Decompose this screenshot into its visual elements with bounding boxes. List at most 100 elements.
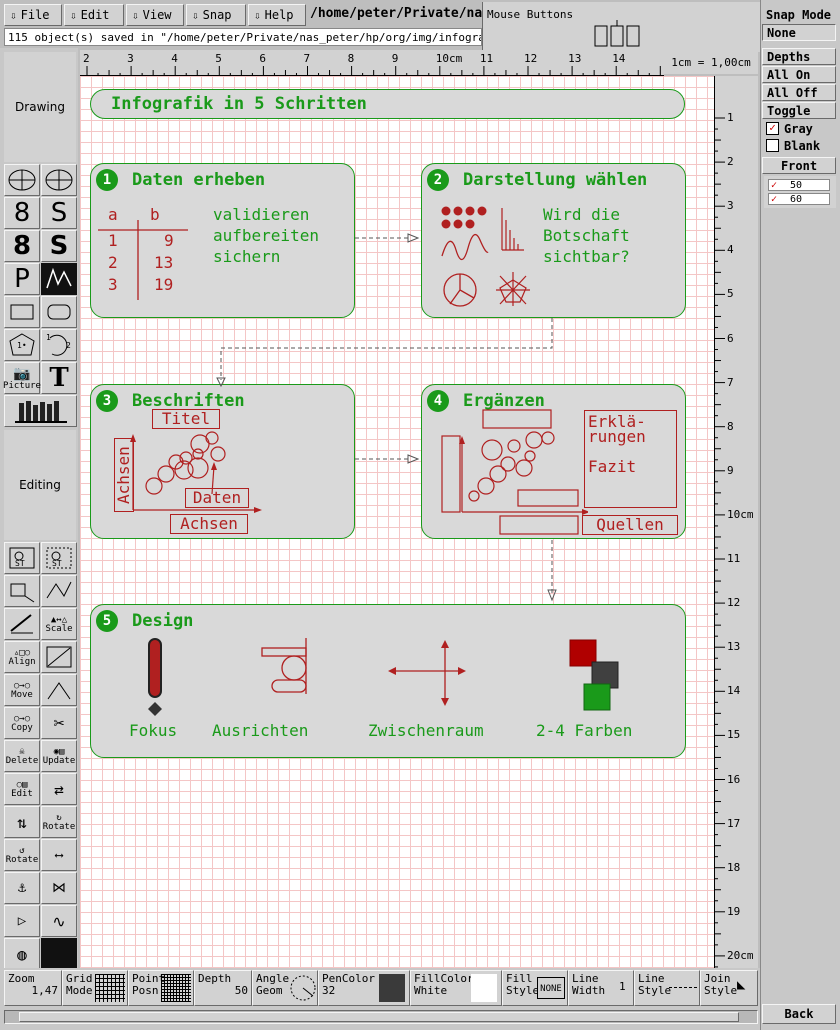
update-tool[interactable]: ◉▤ Update [41, 740, 77, 772]
arrow-ends-icon[interactable]: ⟷ [41, 839, 77, 871]
ruler-label: 9 [727, 463, 734, 477]
compound-icon[interactable]: ST [4, 542, 40, 574]
zoom-indicator[interactable]: Zoom 1,47 [4, 970, 62, 1006]
edit-tool[interactable]: ○▤ Edit [4, 773, 40, 805]
rotate-tool-2[interactable]: ↺ Rotate [4, 839, 40, 871]
flip-vertical-icon[interactable]: ⇅ [4, 806, 40, 838]
scale-tool[interactable]: ▲↔△ Scale [41, 608, 77, 640]
flip-horizontal-icon[interactable]: ⇄ [41, 773, 77, 805]
zwischenraum-label: Zwischenraum [368, 721, 484, 740]
menu-view[interactable]: ⇩ View [126, 4, 184, 26]
drawing-mode-label[interactable]: Drawing [4, 52, 76, 162]
triangle-point-icon[interactable]: ▷ [4, 905, 40, 937]
menu-help[interactable]: ⇩ Help [248, 4, 306, 26]
depth-item-50[interactable]: ✓ 50 [768, 179, 830, 191]
spline-s-icon[interactable]: S [41, 197, 77, 229]
checkbox-empty-icon [766, 139, 779, 152]
fillcolor-indicator[interactable]: FillColor White [410, 970, 502, 1006]
closed-spline-8-icon[interactable]: 8 [4, 230, 40, 262]
picture-tool[interactable]: 📷 Picture [3, 362, 41, 394]
depth-indicator[interactable]: Depth 50 [194, 970, 252, 1006]
ellipse-tool-icon[interactable] [41, 164, 77, 196]
arc-icon[interactable]: 12 [41, 329, 77, 361]
delete-tool[interactable]: ☠ Delete [4, 740, 40, 772]
checkbox-checked-icon: ✓ [766, 122, 779, 135]
pencolor-indicator[interactable]: PenColor 32 [318, 970, 410, 1006]
snap-mode-value[interactable]: None [762, 24, 836, 41]
ruler-label: 11 [479, 52, 494, 65]
add-point-icon[interactable] [41, 575, 77, 607]
ruler-label: 12 [727, 596, 741, 610]
join-icon[interactable]: ⋈ [41, 872, 77, 904]
anchor-icon[interactable]: ⚓ [4, 872, 40, 904]
toggle-button[interactable]: Toggle [762, 102, 836, 119]
all-off-button[interactable]: All Off [762, 84, 836, 101]
back-button[interactable]: Back [762, 1004, 836, 1024]
fillstyle-indicator[interactable]: Fill Style NONE [502, 970, 568, 1006]
joinstyle-indicator[interactable]: Join Style ◣ [700, 970, 758, 1006]
join-style-icon: ◣ [737, 977, 746, 993]
rotate-icon: ↻ [56, 812, 62, 823]
down-arrow-icon: ⇩ [10, 8, 17, 22]
scissors-icon[interactable]: ✂ [41, 707, 77, 739]
rounded-rectangle-icon[interactable] [41, 296, 77, 328]
circle-tool-icon[interactable] [4, 164, 40, 196]
menu-snap[interactable]: ⇩ Snap [186, 4, 246, 26]
glue-icon[interactable] [4, 608, 40, 640]
colors-icon [569, 639, 619, 711]
black-fill-icon[interactable] [41, 938, 77, 970]
point-posn-indicator[interactable]: Point Posn [128, 970, 194, 1006]
horizontal-scrollbar[interactable] [4, 1010, 758, 1024]
checkbox-checked-icon: ✓ [771, 180, 778, 191]
down-arrow-icon: ⇩ [192, 8, 199, 22]
down-arrow-icon: ⇩ [132, 8, 139, 22]
scale-icon: ▲↔△ [50, 614, 68, 625]
ruler-label: 2 [727, 155, 734, 169]
closed-spline-s-icon[interactable]: S [41, 230, 77, 262]
scrollbar-thumb[interactable] [19, 1012, 739, 1022]
move-tool[interactable]: ○→○ Move [4, 674, 40, 706]
break-compound-icon[interactable]: ST [41, 542, 77, 574]
flip-icon[interactable] [41, 641, 77, 673]
blank-option[interactable]: Blank [762, 137, 836, 154]
freehand-icon[interactable] [41, 263, 77, 295]
ruler-label: 13 [568, 52, 582, 65]
wave-icon[interactable]: ∿ [41, 905, 77, 937]
angle-geom-indicator[interactable]: Angle Geom [252, 970, 318, 1006]
move-point-icon[interactable] [41, 674, 77, 706]
file-path: /home/peter/Private/na [310, 6, 482, 21]
ruler-label: 16 [727, 772, 741, 786]
copy-icon: ○→○ [13, 713, 31, 724]
menu-file[interactable]: ⇩ File [4, 4, 62, 26]
ruler-label: 9 [391, 52, 399, 65]
area-fill-icon[interactable]: ◍ [4, 938, 40, 970]
editing-mode-label[interactable]: Editing [4, 430, 76, 540]
linewidth-indicator[interactable]: Line Width 1 [568, 970, 634, 1006]
editing-tools: ST ST ▲↔△ Scale ▵□○ Align ○→○ Move ○→○ Copy … [4, 542, 78, 970]
regular-polygon-icon[interactable]: 1• [4, 329, 40, 361]
depth-item-60[interactable]: ✓ 60 [768, 193, 830, 205]
depth-list: ✓ 50 ✓ 60 [764, 176, 836, 208]
point-grid-icon [161, 974, 191, 1002]
rotate-tool[interactable]: ↻ Rotate [41, 806, 77, 838]
ruler-label: 3 [127, 52, 134, 65]
text-tool-icon[interactable]: T [41, 362, 77, 394]
all-on-button[interactable]: All On [762, 66, 836, 83]
scale-display: 1cm = 1,00cm [664, 52, 758, 74]
open-compound-icon[interactable] [4, 575, 40, 607]
status-message: 115 object(s) saved in "/home/peter/Priv… [4, 28, 482, 46]
library-icon[interactable] [4, 395, 77, 427]
menu-edit[interactable]: ⇩ Edit [64, 4, 124, 26]
gray-option[interactable]: ✓ Gray [762, 120, 836, 137]
align-tool[interactable]: ▵□○ Align [4, 641, 40, 673]
angle-dial-icon [290, 975, 316, 1001]
rectangle-icon[interactable] [4, 296, 40, 328]
grid-mode-indicator[interactable]: Grid Mode [62, 970, 128, 1006]
linestyle-indicator[interactable]: Line Style [634, 970, 700, 1006]
spline-8-icon[interactable]: 8 [4, 197, 40, 229]
polyline-icon[interactable]: P [4, 263, 40, 295]
ruler-label: 8 [347, 52, 355, 65]
front-button[interactable]: Front [762, 157, 836, 174]
ruler-label: 17 [727, 816, 741, 830]
copy-tool[interactable]: ○→○ Copy [4, 707, 40, 739]
